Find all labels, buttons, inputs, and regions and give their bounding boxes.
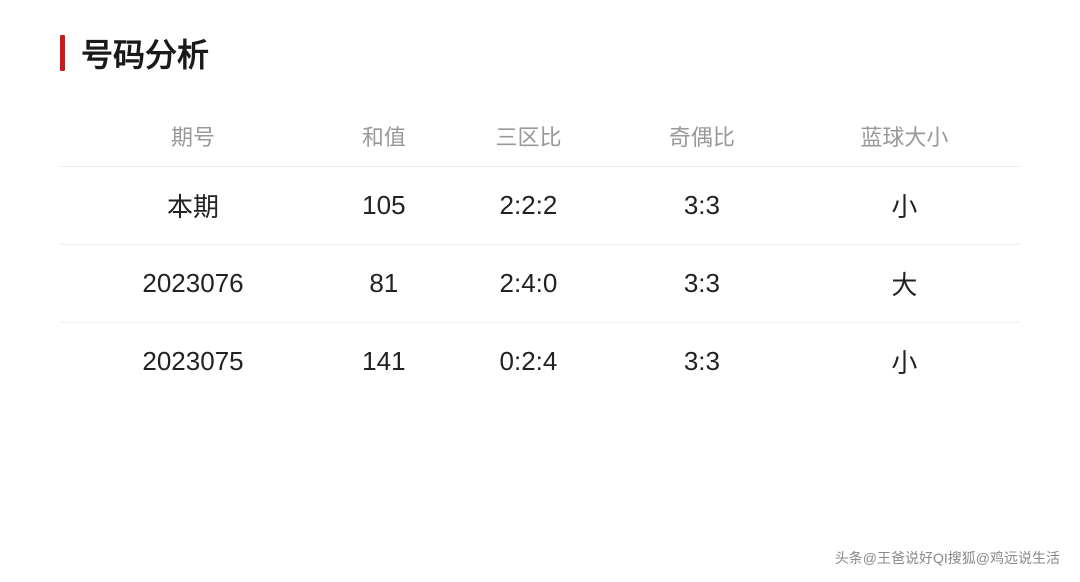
cell-period: 2023075 <box>60 323 326 401</box>
table-row: 20230751410:2:43:3小 <box>60 323 1020 401</box>
cell-odd-even: 3:3 <box>615 167 788 245</box>
cell-sum: 81 <box>326 245 442 323</box>
cell-blue-size: 大 <box>789 245 1020 323</box>
table-header-row: 期号 和值 三区比 奇偶比 蓝球大小 <box>60 106 1020 167</box>
col-header-period: 期号 <box>60 106 326 167</box>
section-title: 号码分析 <box>81 30 209 76</box>
cell-sum: 141 <box>326 323 442 401</box>
cell-sum: 105 <box>326 167 442 245</box>
col-header-odd-even: 奇偶比 <box>615 106 788 167</box>
col-header-three-ratio: 三区比 <box>442 106 615 167</box>
cell-three-ratio: 2:2:2 <box>442 167 615 245</box>
table-row: 本期1052:2:23:3小 <box>60 167 1020 245</box>
cell-blue-size: 小 <box>789 323 1020 401</box>
table-row: 2023076812:4:03:3大 <box>60 245 1020 323</box>
cell-period: 本期 <box>60 167 326 245</box>
section-header: 号码分析 <box>60 30 1020 76</box>
cell-odd-even: 3:3 <box>615 245 788 323</box>
cell-three-ratio: 2:4:0 <box>442 245 615 323</box>
col-header-blue-size: 蓝球大小 <box>789 106 1020 167</box>
header-accent-bar <box>60 35 65 71</box>
cell-three-ratio: 0:2:4 <box>442 323 615 401</box>
analysis-table: 期号 和值 三区比 奇偶比 蓝球大小 本期1052:2:23:3小2023076… <box>60 106 1020 400</box>
cell-period: 2023076 <box>60 245 326 323</box>
col-header-sum: 和值 <box>326 106 442 167</box>
cell-odd-even: 3:3 <box>615 323 788 401</box>
watermark: 头条@王爸说好QI搜狐@鸡远说生活 <box>835 548 1060 568</box>
page-container: 号码分析 期号 和值 三区比 奇偶比 蓝球大小 本期1052:2:23:3小20… <box>0 0 1080 582</box>
cell-blue-size: 小 <box>789 167 1020 245</box>
